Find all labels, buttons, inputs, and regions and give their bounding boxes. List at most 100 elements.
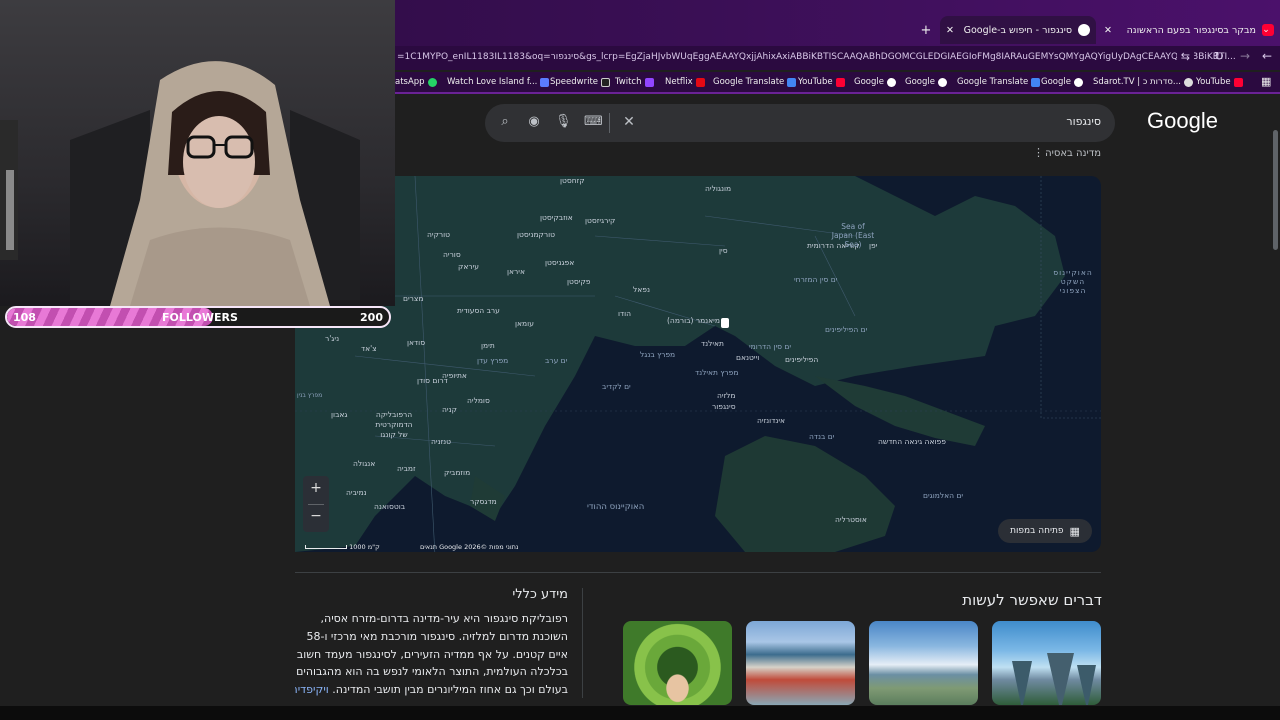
tab-first-visit[interactable]: מבקר בסינגפור בפעם הראשונה — [1115, 16, 1280, 44]
translate-icon — [787, 77, 797, 87]
zoom-in-button[interactable]: + — [303, 480, 329, 496]
speedwrite-icon — [601, 77, 611, 87]
map-label: קזחסטן — [560, 176, 585, 185]
google-logo[interactable]: Google — [1147, 108, 1218, 134]
map-label: עומאן — [515, 319, 534, 328]
address-bar[interactable]: =1C1MYPO_enIL1183IL1183&oq=סינגפור&gs_lc… — [395, 46, 1280, 70]
reload-icon[interactable]: ↻ — [1214, 49, 1224, 63]
close-tab-icon[interactable]: ✕ — [1100, 16, 1116, 44]
back-icon[interactable]: ← — [1262, 49, 1272, 63]
map-label: מיאנמר (בורמה) — [667, 316, 720, 325]
keyboard-icon[interactable]: ⌨ — [584, 114, 603, 130]
youtube-icon — [1233, 77, 1243, 87]
map-label: טורקמניסטן — [517, 230, 556, 239]
url-text: =1C1MYPO_enIL1183IL1183&oq=סינגפור&gs_lc… — [397, 52, 1236, 62]
youtube-icon — [835, 77, 845, 87]
lens-camera-icon[interactable]: ◉ — [526, 114, 542, 130]
site-settings-icon[interactable]: ⇆ — [1176, 50, 1194, 63]
map-sea-label: מפרץ בנגל — [640, 350, 676, 359]
map-label: אוסטרליה — [835, 515, 867, 524]
bookmark-item[interactable]: Speedwrite — [550, 77, 611, 87]
tab-list-chevron-icon[interactable]: ⌄ — [1258, 16, 1274, 44]
bookmark-item[interactable]: YouTube — [1196, 77, 1243, 87]
map-sea-label: ים ערב — [545, 356, 568, 365]
attraction-thumbnail[interactable] — [623, 621, 732, 705]
zoom-out-button[interactable]: − — [303, 508, 329, 524]
attraction-thumbnail[interactable] — [992, 621, 1101, 705]
open-in-maps-button[interactable]: ▦ פתיחה במפות — [998, 519, 1092, 543]
bookmark-item[interactable]: Watch Love Island f... — [447, 77, 550, 87]
forward-icon[interactable]: → — [1240, 49, 1250, 63]
map-landmass — [295, 176, 1101, 552]
map-label: סין — [719, 246, 728, 255]
info-heading: מידע כללי — [512, 587, 568, 602]
bookmark-item[interactable]: Google Translate — [957, 77, 1041, 87]
attraction-thumbnail[interactable] — [869, 621, 978, 705]
bookmark-item[interactable]: atsApp — [395, 77, 437, 87]
info-text: רפובליקת סינגפור היא עיר-מדינה בדרום-מזר… — [296, 612, 568, 697]
supertree-silhouette — [1012, 653, 1096, 705]
followers-goal-bar: 108 FOLLOWERS 200 — [5, 306, 391, 328]
bookmark-item[interactable]: Google — [905, 77, 947, 87]
bookmark-item[interactable]: Google Translate — [713, 77, 797, 87]
bookmark-item[interactable]: Twitch — [615, 77, 654, 87]
scrollbar-thumb[interactable] — [1273, 130, 1278, 250]
all-bookmarks-grid-icon[interactable]: ▦ — [1261, 75, 1271, 88]
tab-title: מבקר בסינגפור בפעם הראשונה — [1126, 24, 1256, 36]
map-label: וייטנאם — [736, 353, 760, 362]
wikipedia-link[interactable]: ויקיפדיה — [291, 683, 329, 696]
divider — [308, 504, 324, 505]
map-label: נמיביה — [346, 488, 367, 497]
bookmark-item[interactable]: Sdarot.TV | סדרות כ... — [1093, 77, 1193, 87]
tab-google-search[interactable]: סינגפור - חיפוש ב-Google ✕ — [940, 16, 1096, 44]
map-label: תימן — [481, 341, 495, 350]
map-sea-label: ים סין הדרומי — [749, 342, 792, 351]
map-sea-label: מפרץ תאילנד — [695, 368, 739, 377]
map-label: סודאן — [407, 338, 426, 347]
map-sea-label: מפרץ בנין — [297, 392, 323, 399]
map-label: מלזיה — [717, 391, 736, 400]
map-zoom-controls: + − — [303, 476, 329, 532]
whatsapp-icon — [427, 77, 437, 87]
column-divider — [582, 588, 583, 698]
bookmark-item[interactable]: Netflix — [665, 77, 705, 87]
open-in-maps-label: פתיחה במפות — [1010, 526, 1064, 536]
google-icon — [1073, 77, 1083, 87]
map-view[interactable]: קזחסטן מונגוליה אוזבקיסטן קירגיזסטן טורק… — [295, 176, 1101, 552]
page-scrollbar[interactable] — [1271, 96, 1280, 706]
entity-subtitle: מדינה באסיה — [1045, 148, 1101, 159]
map-label: אינדונזיה — [757, 416, 786, 425]
search-query[interactable]: סינגפור — [1066, 115, 1101, 128]
translate-icon — [1031, 77, 1041, 87]
map-icon: ▦ — [1069, 524, 1080, 538]
bookmark-item[interactable]: Google — [854, 77, 896, 87]
close-tab-icon[interactable]: ✕ — [946, 25, 954, 36]
map-label: סינגפור — [712, 402, 736, 411]
map-label: תאילנד — [701, 339, 724, 348]
map-label: מדגסקר — [470, 497, 497, 506]
map-attribution[interactable]: נתוני מפות ©2026 Google תנאים — [420, 543, 518, 551]
map-label: בוטסואנה — [374, 502, 406, 511]
search-box[interactable]: ⌕ ◉ 🎙 ⌨ ✕ סינגפור — [485, 104, 1115, 142]
bookmark-item[interactable]: Google — [1041, 77, 1083, 87]
streamer-silhouette — [0, 61, 360, 306]
sdarot-icon — [1184, 77, 1193, 87]
map-label: מונגוליה — [705, 184, 732, 193]
bookmarks-bar: atsApp Watch Love Island f... Speedwrite… — [395, 72, 1280, 94]
map-label: איראן — [507, 267, 525, 276]
map-label: הרפובליקה הדמוקרטית של קונגו — [375, 410, 413, 439]
map-label: דרום סודן — [417, 376, 448, 385]
map-label: אנגולה — [353, 459, 376, 468]
bookmark-item[interactable]: YouTube — [798, 77, 845, 87]
map-label: קירגיזסטן — [585, 216, 616, 225]
map-label: הודו — [618, 309, 632, 318]
attraction-thumbnail[interactable] — [746, 621, 855, 705]
new-tab-button[interactable]: + — [918, 16, 934, 44]
microphone-icon[interactable]: 🎙 — [555, 114, 572, 130]
map-label: קניה — [442, 405, 457, 414]
clear-icon[interactable]: ✕ — [621, 114, 637, 130]
netflix-icon — [695, 77, 705, 87]
search-icon[interactable]: ⌕ — [497, 114, 513, 130]
tab-title: סינגפור - חיפוש ב-Google — [963, 24, 1072, 36]
map-sea-label: ים לקדיב — [602, 382, 631, 391]
